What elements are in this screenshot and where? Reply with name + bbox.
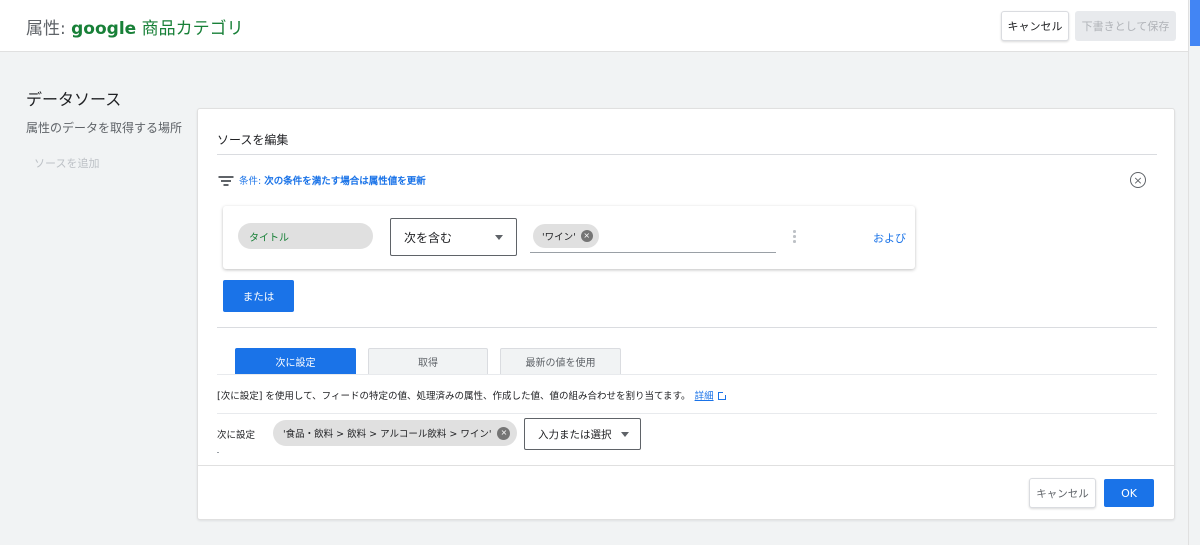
condition-value-input[interactable]: 'ワイン' × [530,220,776,253]
condition-prefix: 条件: [239,176,265,187]
set-to-chip-label: '食品・飲料 > 飲料 > アルコール飲料 > ワイン' [283,429,492,440]
filter-icon [218,175,233,186]
add-source-link[interactable]: ソースを追加 [34,155,99,171]
value-chip: 'ワイン' × [533,224,599,248]
or-button[interactable]: または [223,280,294,312]
card-title: ソースを編集 [217,133,289,147]
condition-rule: タイトル 次を含む 'ワイン' × および [223,206,915,269]
chevron-down-icon [621,432,629,437]
operator-value: 次を含む [404,230,453,245]
cancel-button[interactable]: キャンセル [1029,478,1096,508]
tab-set-to[interactable]: 次に設定 [235,348,356,374]
title-prefix: 属性: [26,19,72,39]
tab-bar-underline [217,374,1157,375]
data-source-heading: データソース [26,90,122,109]
page-title: 属性: google 商品カテゴリ [26,14,244,39]
set-to-label: 次に設定 [217,430,256,441]
attribute-chip[interactable]: タイトル [238,223,373,249]
ok-button[interactable]: OK [1104,479,1154,507]
title-brand: google [71,19,137,39]
operator-select[interactable]: 次を含む [390,218,517,256]
header-cancel-button[interactable]: キャンセル [1001,11,1069,41]
more-vert-icon[interactable] [792,230,796,244]
close-icon[interactable]: × [1130,172,1146,188]
edit-source-card: ソースを編集 条件: 次の条件を満たす場合は属性値を更新 × タイトル 次を含む… [197,108,1175,520]
remove-chip-icon[interactable]: × [497,426,511,440]
open-in-new-icon [717,391,727,400]
divider [217,154,1157,155]
and-link[interactable]: および [873,230,906,246]
value-chip-label: 'ワイン' [542,232,576,243]
divider [217,327,1157,328]
data-source-subtitle: 属性のデータを取得する場所 [26,121,183,135]
remove-chip-icon[interactable]: × [580,230,593,242]
page-scrollbar[interactable] [1188,0,1200,545]
tab-extract[interactable]: 取得 [368,348,488,374]
set-to-description: [次に設定] を使用して、フィードの特定の値、処理済みの属性、作成した値、値の組… [217,388,727,402]
condition-text: 次の条件を満たす場合は属性値を更新 [264,176,426,187]
condition-header[interactable]: 条件: 次の条件を満たす場合は属性値を更新 [239,173,426,187]
divider [217,413,1157,414]
picker-placeholder: 入力または選択 [538,428,612,441]
scrollbar-thumb[interactable] [1190,0,1200,46]
details-link[interactable]: 詳細 [695,391,714,402]
description-text: [次に設定] を使用して、フィードの特定の値、処理済みの属性、作成した値、値の組… [217,391,691,402]
save-draft-button[interactable]: 下書きとして保存 [1075,11,1176,41]
value-picker-select[interactable]: 入力または選択 [524,418,641,450]
footer-divider [198,465,1174,466]
chevron-down-icon [495,235,503,240]
title-attribute-name: 商品カテゴリ [136,19,244,39]
top-bar: 属性: google 商品カテゴリ キャンセル 下書きとして保存 [0,0,1188,52]
tab-use-latest[interactable]: 最新の値を使用 [500,348,621,374]
divider [217,452,219,453]
set-to-value-chip: '食品・飲料 > 飲料 > アルコール飲料 > ワイン' × [273,420,518,446]
